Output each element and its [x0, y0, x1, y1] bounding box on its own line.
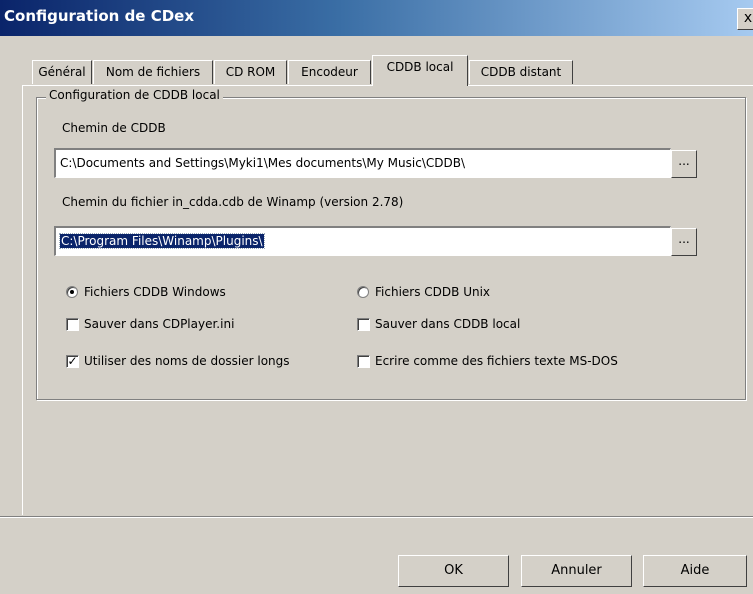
ok-button-label: OK	[444, 563, 463, 578]
cddb-path-field[interactable]: C:\Documents and Settings\Myki1\Mes docu…	[54, 148, 671, 178]
browse-winamp-button[interactable]: ...	[671, 228, 697, 256]
tab-cd-rom[interactable]: CD ROM	[214, 60, 287, 84]
checkbox-msdos-text[interactable]	[357, 355, 370, 368]
tab-label: Encodeur	[301, 65, 358, 79]
tab-label: CDDB local	[386, 60, 454, 74]
checkbox-long-folder-names-label: Utiliser des noms de dossier longs	[84, 354, 290, 368]
checkbox-long-folder-names[interactable]: ✓	[66, 355, 79, 368]
tab-cddb-remote[interactable]: CDDB distant	[469, 60, 573, 84]
ellipsis-icon: ...	[678, 154, 690, 168]
cddb-path-value: C:\Documents and Settings\Myki1\Mes docu…	[60, 156, 465, 170]
close-icon: x	[743, 10, 753, 26]
radio-cddb-windows[interactable]	[66, 286, 78, 298]
ellipsis-icon: ...	[678, 232, 690, 246]
winamp-path-label: Chemin du fichier in_cdda.cdb de Winamp …	[62, 195, 404, 209]
tab-encoder[interactable]: Encodeur	[288, 60, 371, 84]
cancel-button-label: Annuler	[551, 563, 602, 578]
radio-cddb-unix[interactable]	[357, 286, 369, 298]
checkbox-save-cddb-local[interactable]	[357, 318, 370, 331]
help-button[interactable]: Aide	[643, 555, 747, 587]
window-title: Configuration de CDex	[4, 7, 195, 25]
bottom-separator	[0, 516, 753, 518]
radio-cddb-windows-label: Fichiers CDDB Windows	[84, 285, 226, 299]
checkbox-save-cdplayer[interactable]	[66, 318, 79, 331]
tab-label: CD ROM	[225, 65, 276, 79]
tab-label: Nom de fichiers	[105, 65, 201, 79]
cancel-button[interactable]: Annuler	[521, 555, 632, 587]
groupbox-title: Configuration de CDDB local	[46, 88, 223, 102]
tab-label: Général	[38, 65, 86, 79]
cddb-path-label: Chemin de CDDB	[62, 121, 166, 135]
checkbox-msdos-text-label: Ecrire comme des fichiers texte MS-DOS	[375, 354, 618, 368]
close-button[interactable]: x	[737, 8, 753, 30]
tab-label: CDDB distant	[480, 65, 562, 79]
winamp-path-field[interactable]: C:\Program Files\Winamp\Plugins\	[54, 226, 671, 256]
radio-cddb-unix-label: Fichiers CDDB Unix	[375, 285, 491, 299]
browse-cddb-button[interactable]: ...	[671, 150, 697, 178]
dialog-window: Configuration de CDex x Général Nom de f…	[0, 0, 753, 594]
winamp-path-value: C:\Program Files\Winamp\Plugins\	[59, 233, 265, 249]
tab-file-names[interactable]: Nom de fichiers	[93, 60, 213, 84]
checkbox-save-cddb-local-label: Sauver dans CDDB local	[375, 317, 521, 331]
title-bar: Configuration de CDex x	[0, 0, 753, 36]
tab-cddb-local[interactable]: CDDB local	[372, 55, 468, 86]
radio-selected-dot	[70, 290, 74, 294]
help-button-label: Aide	[680, 563, 710, 578]
checkbox-save-cdplayer-label: Sauver dans CDPlayer.ini	[84, 317, 235, 331]
checkmark-icon: ✓	[67, 354, 78, 368]
tab-general[interactable]: Général	[32, 60, 92, 84]
ok-button[interactable]: OK	[398, 555, 509, 587]
